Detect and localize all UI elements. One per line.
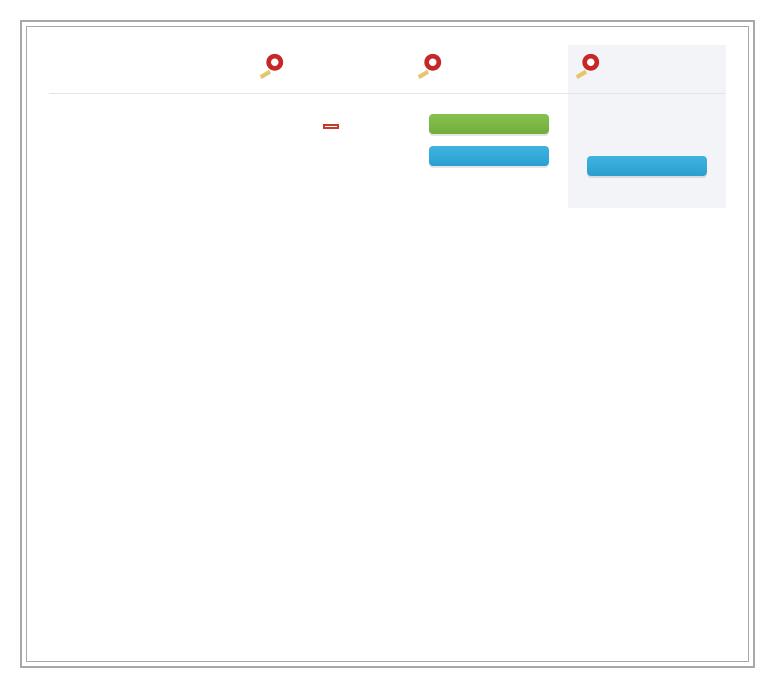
inner-frame [26, 26, 749, 662]
buy-now-pro-button[interactable] [429, 146, 549, 166]
header-row [49, 45, 726, 94]
cta-plus [568, 94, 726, 209]
cta-pro [410, 94, 568, 209]
plan-header-free [252, 45, 410, 94]
outer-frame [20, 20, 755, 668]
plan-header-plus [568, 45, 726, 94]
ccleaner-logo-icon [572, 51, 602, 81]
download-link-highlight-box [323, 124, 339, 129]
cta-free [252, 94, 410, 209]
free-trial-button[interactable] [429, 114, 549, 134]
plus-price [578, 188, 716, 202]
buy-now-plus-button[interactable] [587, 156, 707, 176]
cta-row [49, 94, 726, 209]
comparison-table [49, 45, 726, 208]
ccleaner-logo-icon [414, 51, 444, 81]
plan-header-pro [410, 45, 568, 94]
ccleaner-logo-icon [256, 51, 286, 81]
